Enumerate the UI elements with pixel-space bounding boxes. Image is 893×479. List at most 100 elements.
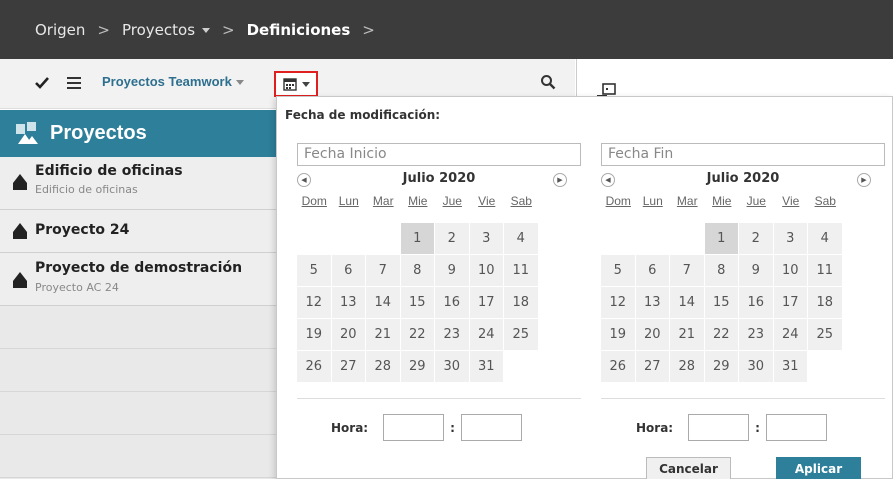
day-cell[interactable]: 12: [297, 287, 331, 318]
day-cell[interactable]: 28: [366, 351, 400, 382]
day-cell[interactable]: 2: [739, 223, 773, 254]
day-cell[interactable]: 4: [504, 223, 538, 254]
day-cell[interactable]: 18: [808, 287, 842, 318]
day-cell[interactable]: 25: [504, 319, 538, 350]
breadcrumb-proyectos[interactable]: Proyectos: [122, 21, 211, 39]
apply-button[interactable]: Aplicar: [776, 457, 861, 479]
checkmark-icon[interactable]: [34, 75, 50, 91]
day-cell[interactable]: 26: [297, 351, 331, 382]
time-separator: :: [450, 420, 455, 435]
day-cell[interactable]: 26: [601, 351, 635, 382]
project-list: Proyectos Edificio de oficinas Edificio …: [0, 110, 276, 479]
empty-day-cell: [297, 223, 331, 254]
weekday-header: Dom Lun Mar Mie Jue Vie Sab: [297, 194, 581, 215]
day-cell[interactable]: 18: [504, 287, 538, 318]
day-cell[interactable]: 23: [739, 319, 773, 350]
day-cell[interactable]: 24: [773, 319, 807, 350]
list-item[interactable]: Proyecto 24: [0, 210, 276, 253]
day-cell[interactable]: 7: [366, 255, 400, 286]
weekday-label: Jue: [746, 194, 766, 208]
empty-day-cell: [636, 223, 670, 254]
day-cell[interactable]: 30: [739, 351, 773, 382]
day-cell[interactable]: 16: [739, 287, 773, 318]
cancel-button[interactable]: Cancelar: [646, 457, 731, 479]
day-cell[interactable]: 4: [808, 223, 842, 254]
day-cell[interactable]: 2: [435, 223, 469, 254]
breadcrumb-separator: >: [222, 20, 235, 39]
end-date-input[interactable]: Fecha Fin: [601, 143, 885, 166]
day-cell[interactable]: 13: [331, 287, 365, 318]
day-cell[interactable]: 3: [773, 223, 807, 254]
end-minute-input[interactable]: [765, 414, 827, 441]
day-cell[interactable]: 15: [704, 287, 738, 318]
end-hour-input[interactable]: [688, 414, 750, 441]
day-cell[interactable]: 17: [773, 287, 807, 318]
day-cell[interactable]: 20: [635, 319, 669, 350]
day-cell[interactable]: 22: [704, 319, 738, 350]
day-cell[interactable]: 31: [773, 351, 807, 382]
day-cell[interactable]: 30: [435, 351, 469, 382]
day-cell[interactable]: 8: [704, 255, 738, 286]
end-date-calendar: Fecha Fin ◀ Julio 2020 ▶ Dom Lun Mar Mie…: [601, 143, 885, 383]
day-cell[interactable]: 1: [400, 223, 434, 254]
day-cell[interactable]: 19: [601, 319, 635, 350]
breadcrumb-origen[interactable]: Origen: [35, 21, 85, 39]
day-cell[interactable]: 10: [773, 255, 807, 286]
list-item[interactable]: Proyecto de demostración Proyecto AC 24: [0, 253, 276, 306]
day-cell[interactable]: 7: [670, 255, 704, 286]
start-date-input[interactable]: Fecha Inicio: [297, 143, 581, 166]
day-cell[interactable]: 27: [635, 351, 669, 382]
day-cell[interactable]: 19: [297, 319, 331, 350]
day-cell[interactable]: 23: [435, 319, 469, 350]
empty-row: [0, 435, 276, 478]
day-cell[interactable]: 11: [808, 255, 842, 286]
weekday-label: Jue: [442, 194, 462, 208]
day-cell[interactable]: 25: [808, 319, 842, 350]
start-minute-input[interactable]: [460, 414, 522, 441]
day-cell[interactable]: 29: [400, 351, 434, 382]
day-cell[interactable]: 6: [331, 255, 365, 286]
start-hour-input[interactable]: [383, 414, 445, 441]
day-cell[interactable]: 21: [670, 319, 704, 350]
day-cell[interactable]: 3: [469, 223, 503, 254]
day-cell[interactable]: 14: [366, 287, 400, 318]
day-cell[interactable]: 13: [635, 287, 669, 318]
day-cell[interactable]: 17: [469, 287, 503, 318]
day-cell[interactable]: 12: [601, 287, 635, 318]
day-cell[interactable]: 27: [331, 351, 365, 382]
day-cell[interactable]: 9: [739, 255, 773, 286]
chevron-down-icon[interactable]: [202, 27, 211, 33]
weekday-label: Sab: [814, 194, 836, 208]
day-cell[interactable]: 8: [400, 255, 434, 286]
day-cell[interactable]: 31: [469, 351, 503, 382]
next-month-icon[interactable]: ▶: [553, 173, 567, 187]
day-cell[interactable]: 21: [366, 319, 400, 350]
day-cell[interactable]: 5: [601, 255, 635, 286]
day-cell[interactable]: 9: [435, 255, 469, 286]
day-cell[interactable]: 16: [435, 287, 469, 318]
day-cell[interactable]: 28: [670, 351, 704, 382]
empty-row: [0, 306, 276, 349]
day-cell[interactable]: 29: [704, 351, 738, 382]
day-cell[interactable]: 10: [469, 255, 503, 286]
list-item[interactable]: Edificio de oficinas Edificio de oficina…: [0, 157, 276, 210]
start-date-calendar: Fecha Inicio ◀ Julio 2020 ▶ Dom Lun Mar …: [297, 143, 581, 383]
list-icon[interactable]: [67, 77, 81, 89]
search-icon[interactable]: [540, 74, 556, 90]
project-filter-dropdown[interactable]: Proyectos Teamwork: [102, 74, 244, 89]
day-cell[interactable]: 6: [635, 255, 669, 286]
day-cell[interactable]: 15: [400, 287, 434, 318]
day-cell[interactable]: 5: [297, 255, 331, 286]
empty-day-cell: [601, 223, 635, 254]
day-cell[interactable]: 1: [704, 223, 738, 254]
day-cell[interactable]: 20: [331, 319, 365, 350]
day-cell[interactable]: 14: [670, 287, 704, 318]
next-month-icon[interactable]: ▶: [857, 173, 871, 187]
divider: [601, 398, 885, 399]
chevron-down-icon: [301, 81, 310, 87]
chevron-down-icon: [235, 80, 244, 86]
day-cell[interactable]: 24: [469, 319, 503, 350]
day-cell[interactable]: 11: [504, 255, 538, 286]
day-cell[interactable]: 22: [400, 319, 434, 350]
calendar-filter-button[interactable]: [274, 71, 318, 97]
